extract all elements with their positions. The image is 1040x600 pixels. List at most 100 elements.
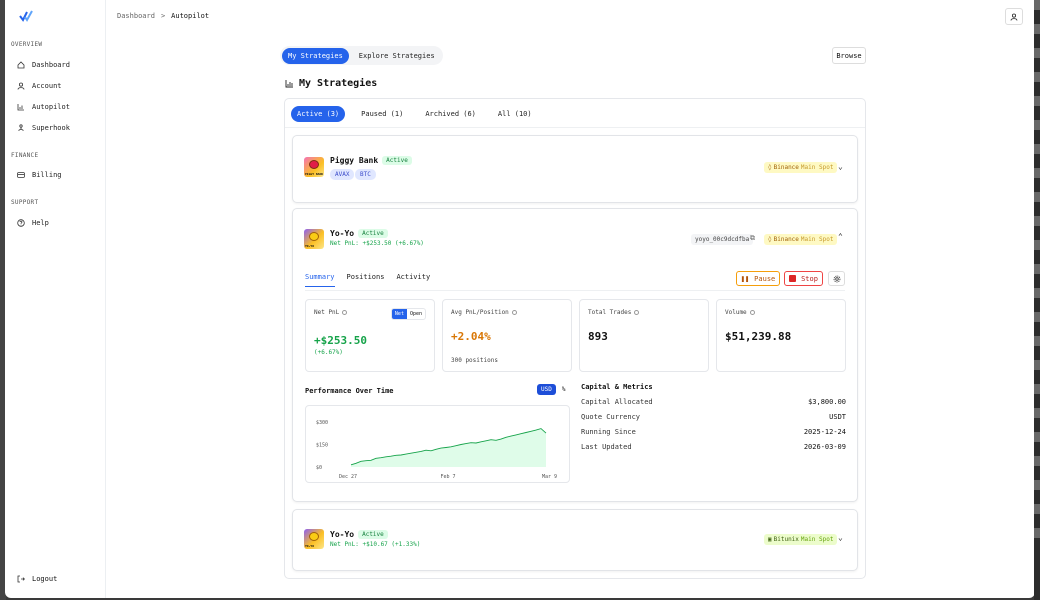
bar-chart-icon: [285, 80, 293, 88]
thumbnail-text: YO-YO: [305, 544, 315, 548]
thumbnail-text: PIGGY BANK: [305, 172, 324, 176]
chevron-up-icon[interactable]: ⌃: [838, 232, 843, 241]
sidebar-item-help[interactable]: Help: [17, 216, 49, 230]
breadcrumb: Dashboard > Autopilot: [117, 12, 209, 20]
metric-value: $51,239.88: [725, 330, 792, 343]
strategy-thumbnail: PIGGY BANK: [304, 157, 324, 177]
strategy-thumbnail: YO-YO: [304, 229, 324, 249]
logo-icon: [19, 10, 33, 22]
sidebar-item-dashboard[interactable]: Dashboard: [17, 58, 70, 72]
filter-tab-active[interactable]: Active (3): [291, 106, 346, 122]
tab-positions[interactable]: Positions: [347, 273, 385, 287]
exchange-name: Binance: [773, 164, 799, 171]
tab-my-strategies[interactable]: My Strategies: [282, 47, 349, 64]
strategy-name: Piggy Bank Active: [330, 156, 412, 165]
strategy-name-text: Yo-Yo: [330, 229, 355, 238]
capital-row: Quote Currency USDT: [581, 413, 846, 421]
settings-button[interactable]: [828, 271, 845, 286]
page-title-text: My Strategies: [299, 78, 378, 89]
user-menu-button[interactable]: [1005, 8, 1023, 25]
pause-label: Pause: [754, 274, 776, 283]
strategy-card-yoyo-bitunix[interactable]: YO-YO Yo-Yo Active Net PnL: +$10.67 (+1.3…: [292, 509, 858, 571]
page-title: My Strategies: [285, 78, 377, 89]
strategy-thumbnail: YO-YO: [304, 529, 324, 549]
binance-icon: ◊: [768, 236, 772, 243]
strategy-name: Yo-Yo Active: [330, 229, 388, 238]
filter-tab-all[interactable]: All (10): [492, 106, 538, 122]
browse-button[interactable]: Browse: [832, 47, 866, 64]
strategy-card-piggy-bank[interactable]: PIGGY BANK Piggy Bank Active AVAX BTC ◊ Bi…: [292, 135, 858, 203]
copy-icon[interactable]: ⧉: [750, 234, 755, 243]
metric-label: Volume: [725, 309, 755, 316]
info-icon: [749, 310, 755, 315]
toggle-net[interactable]: Net: [391, 309, 407, 319]
breadcrumb-dashboard[interactable]: Dashboard: [117, 12, 155, 20]
toggle-open[interactable]: Open: [407, 309, 425, 319]
net-pnl-summary: Net PnL: +$10.67 (+1.33%): [330, 541, 421, 548]
strategies-panel: Active (3) Paused (1) Archived (6) All (…: [284, 98, 866, 579]
help-icon: [17, 219, 25, 227]
metric-value: 893: [588, 330, 608, 343]
logout-label: Logout: [32, 575, 58, 583]
sidebar-item-autopilot[interactable]: Autopilot: [17, 100, 70, 114]
strategy-name-text: Yo-Yo: [330, 530, 355, 539]
capital-value: 2025-12-24: [803, 428, 846, 436]
metric-volume: Volume $51,239.88: [716, 299, 846, 372]
sidebar-item-label: Account: [32, 82, 62, 90]
sidebar-item-label: Billing: [32, 171, 62, 179]
chevron-down-icon[interactable]: ⌄: [838, 533, 843, 542]
metric-value: +2.04%: [451, 330, 491, 343]
net-open-toggle: Net Open: [390, 308, 426, 320]
x-tick-label: Mar 9: [542, 474, 557, 480]
exchange-name: Bitunix: [773, 536, 799, 543]
logout-button[interactable]: Logout: [17, 575, 57, 583]
metric-label-text: Total Trades: [588, 309, 632, 316]
pause-icon: ❚❚: [740, 274, 750, 283]
info-icon: [342, 310, 348, 315]
sidebar-item-label: Superhook: [32, 124, 70, 132]
sidebar-item-label: Autopilot: [32, 103, 70, 111]
tab-explore-strategies[interactable]: Explore Strategies: [353, 48, 441, 64]
strategy-name-text: Piggy Bank: [330, 156, 379, 165]
pause-button[interactable]: ❚❚ Pause: [736, 271, 780, 286]
toggle-usd[interactable]: USD: [537, 384, 556, 395]
metric-total-trades: Total Trades 893: [579, 299, 709, 372]
metric-net-pnl: Net PnL Net Open +$253.50 (+6.67%): [305, 299, 435, 372]
metric-label: Net PnL: [314, 309, 348, 316]
capital-label: Quote Currency: [581, 413, 641, 421]
stop-label: Stop: [801, 274, 818, 283]
status-badge: Active: [382, 156, 412, 165]
detail-tabs: Summary Positions Activity: [305, 273, 430, 287]
piggy-icon: [309, 160, 319, 169]
stop-button[interactable]: Stop: [784, 271, 823, 286]
capital-value: 2026-03-09: [803, 443, 846, 451]
yoyo-icon: [309, 532, 319, 541]
capital-row: Capital Allocated $3,800.00: [581, 398, 846, 406]
performance-chart: $300 $150 $0 Dec 27 Feb 7 Mar 9: [305, 405, 570, 483]
metric-label: Avg PnL/Position: [451, 309, 517, 316]
user-icon: [17, 82, 25, 90]
x-tick-label: Dec 27: [339, 474, 357, 480]
capital-value: USDT: [829, 413, 846, 421]
filter-tab-archived[interactable]: Archived (6): [419, 106, 482, 122]
sidebar-group-support: SUPPORT: [11, 199, 39, 206]
tab-summary[interactable]: Summary: [305, 273, 335, 287]
user-icon: [1010, 13, 1018, 21]
filter-tab-paused[interactable]: Paused (1): [355, 106, 409, 122]
market-name: Main Spot: [800, 536, 834, 543]
bitunix-icon: ▣: [768, 536, 772, 543]
tab-activity[interactable]: Activity: [396, 273, 430, 287]
info-icon: [511, 310, 517, 315]
home-icon: [17, 61, 25, 69]
hook-icon: [18, 124, 24, 131]
status-badge: Active: [358, 530, 388, 539]
sidebar-item-account[interactable]: Account: [17, 79, 62, 93]
sidebar-item-billing[interactable]: Billing: [17, 168, 62, 182]
chevron-down-icon[interactable]: ⌄: [838, 162, 843, 171]
metric-value: +$253.50: [314, 334, 367, 347]
toggle-percent[interactable]: %: [558, 384, 570, 395]
strategy-name: Yo-Yo Active: [330, 530, 388, 539]
sidebar-item-superhook[interactable]: Superhook: [17, 121, 70, 135]
sidebar: OVERVIEW Dashboard Account Autopilot Sup…: [5, 0, 106, 598]
card-icon: [17, 172, 25, 178]
